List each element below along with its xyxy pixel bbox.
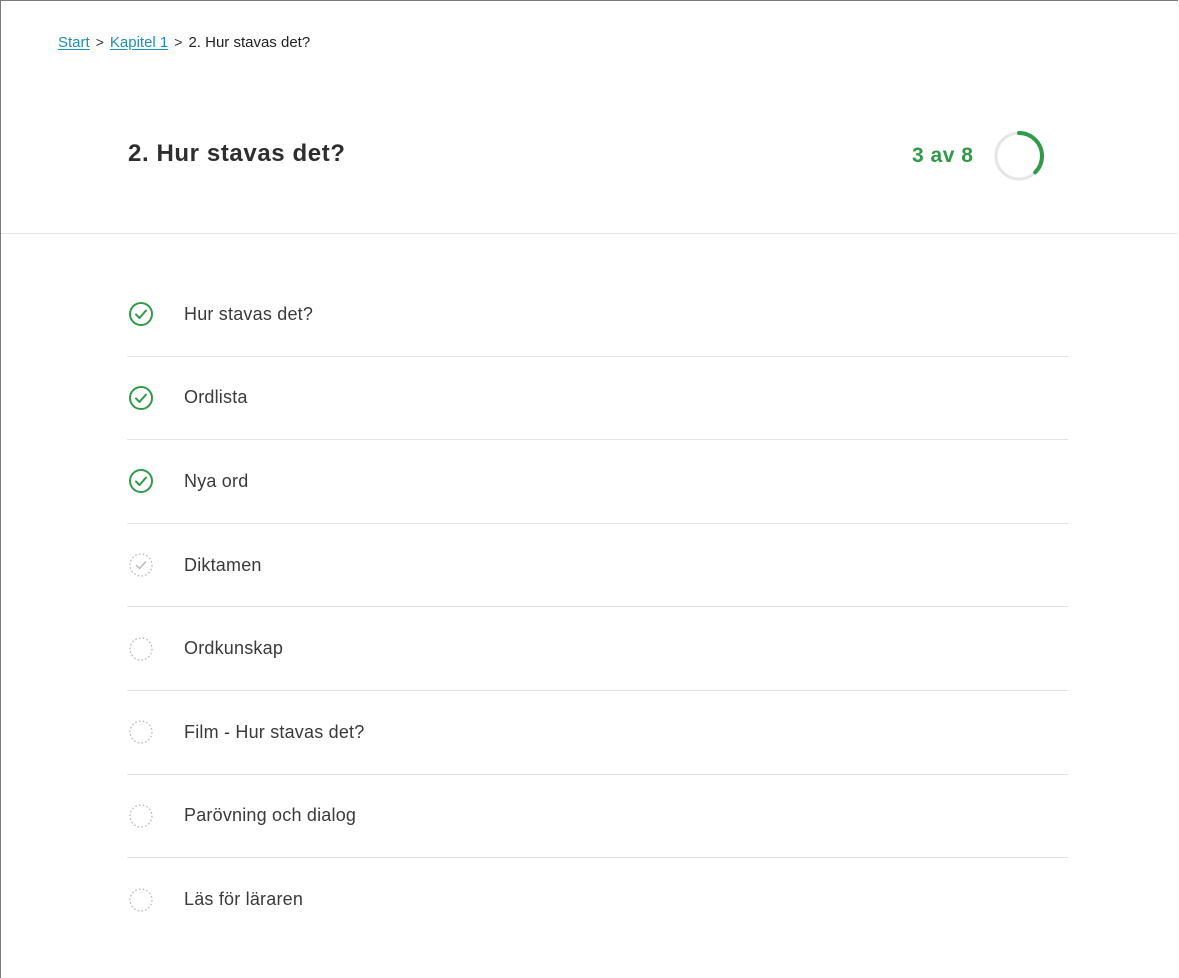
- list-item[interactable]: Parövning och dialog: [127, 775, 1068, 859]
- list-item-label: Ordlista: [184, 387, 248, 408]
- list-item[interactable]: Ordlista: [127, 357, 1068, 441]
- dotted-circle-icon: [127, 635, 155, 663]
- check-circle-icon: [127, 384, 155, 412]
- check-circle-icon: [127, 300, 155, 328]
- breadcrumb-separator: >: [174, 34, 183, 50]
- list-item-label: Diktamen: [184, 554, 262, 575]
- progress-ring-icon: [994, 131, 1045, 181]
- list-item-label: Parövning och dialog: [184, 805, 357, 826]
- dotted-circle-icon: [127, 886, 155, 914]
- breadcrumb-current: 2. Hur stavas det?: [188, 34, 311, 51]
- breadcrumb: Start > Kapitel 1 >2. Hur stavas det?: [58, 34, 310, 51]
- breadcrumb-separator: >: [95, 34, 104, 50]
- list-item[interactable]: Hur stavas det?: [127, 273, 1068, 357]
- step-list: Hur stavas det? Ordlista Nya ord Diktamen Or…: [127, 273, 1068, 942]
- progress-indicator: 3 av 8: [912, 127, 1045, 185]
- list-item-label: Hur stavas det?: [184, 303, 314, 324]
- list-item[interactable]: Ordkunskap: [127, 607, 1068, 691]
- list-item[interactable]: Läs för läraren: [127, 858, 1068, 942]
- list-item[interactable]: Nya ord: [127, 440, 1068, 524]
- page-frame: Start > Kapitel 1 >2. Hur stavas det? 2. Hu…: [0, 0, 1178, 978]
- breadcrumb-link-start[interactable]: Start: [58, 34, 90, 51]
- page-header: Start > Kapitel 1 >2. Hur stavas det? 2. Hu…: [1, 1, 1178, 234]
- dotted-circle-icon: [127, 718, 155, 746]
- progress-text: 3 av 8: [912, 144, 974, 167]
- dotted-check-circle-icon: [127, 551, 155, 579]
- list-item-label: Ordkunskap: [184, 638, 284, 659]
- breadcrumb-link-kapitel-1[interactable]: Kapitel 1: [110, 34, 168, 51]
- list-item-label: Nya ord: [184, 470, 249, 491]
- list-item-label: Läs för läraren: [184, 889, 304, 910]
- page-title: 2. Hur stavas det?: [128, 140, 346, 167]
- list-item-label: Film - Hur stavas det?: [184, 721, 365, 742]
- check-circle-icon: [127, 467, 155, 495]
- dotted-circle-icon: [127, 802, 155, 830]
- list-item[interactable]: Film - Hur stavas det?: [127, 691, 1068, 775]
- list-item[interactable]: Diktamen: [127, 524, 1068, 608]
